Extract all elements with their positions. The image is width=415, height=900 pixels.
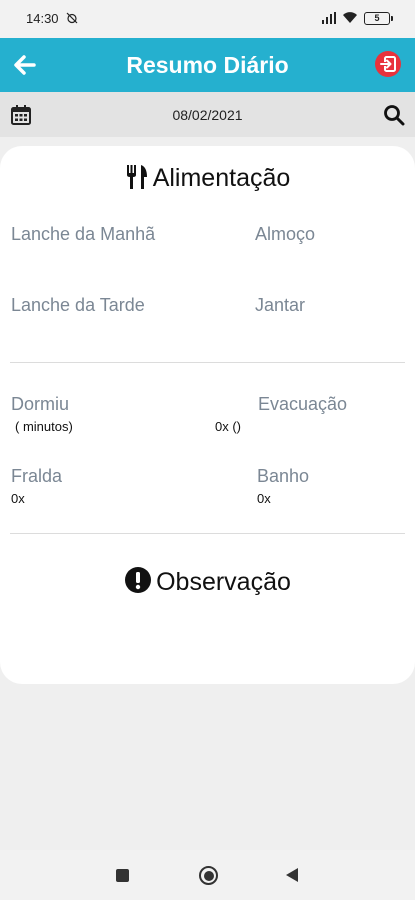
signal-icon — [322, 12, 336, 24]
evacuacao-value: 0x () — [215, 419, 241, 434]
system-nav-bar — [0, 850, 415, 900]
exclamation-circle-icon — [125, 567, 152, 593]
system-back-button[interactable] — [286, 868, 298, 882]
banho-label: Banho — [257, 466, 310, 486]
observacao-heading: Observação — [0, 566, 415, 597]
status-time: 14:30 — [26, 11, 59, 26]
almoco-label: Almoço — [255, 224, 316, 244]
dormiu-label: Dormiu — [11, 394, 70, 414]
dormiu-value: ( minutos) — [15, 419, 73, 434]
observacao-title: Observação — [156, 568, 291, 596]
status-bar: 14:30 5 — [0, 0, 415, 38]
banho-value: 0x — [257, 491, 271, 506]
logout-icon[interactable] — [375, 51, 401, 77]
divider — [10, 533, 405, 534]
wifi-icon — [343, 12, 357, 23]
evacuacao-label: Evacuação — [258, 394, 348, 414]
alimentacao-heading: Alimentação — [0, 164, 415, 193]
alimentacao-title: Alimentação — [152, 164, 291, 192]
search-icon[interactable] — [383, 104, 405, 126]
date-bar: 08/02/2021 — [0, 92, 415, 137]
fralda-label: Fralda — [11, 466, 63, 486]
lanche-manha-label: Lanche da Manhã — [11, 224, 156, 244]
jantar-label: Jantar — [255, 295, 306, 315]
fralda-value: 0x — [11, 491, 25, 506]
recent-apps-button[interactable] — [116, 869, 129, 882]
alarm-off-icon — [66, 12, 78, 24]
daily-summary-card: Alimentação Lanche da Manhã Almoço Lanch… — [0, 146, 415, 684]
battery-indicator: 5 — [364, 12, 393, 25]
selected-date[interactable]: 08/02/2021 — [0, 107, 415, 123]
utensils-icon — [126, 165, 147, 189]
divider — [10, 362, 405, 363]
page-title: Resumo Diário — [126, 52, 289, 78]
home-button[interactable] — [199, 866, 218, 885]
app-bar: Resumo Diário — [0, 38, 415, 92]
lanche-tarde-label: Lanche da Tarde — [11, 295, 145, 315]
